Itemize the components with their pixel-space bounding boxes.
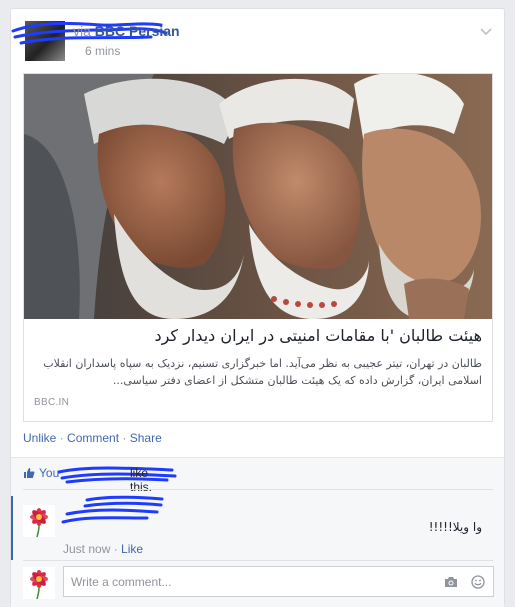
camera-icon[interactable] [444,576,458,588]
page-name-link[interactable]: BBC Persian [95,23,180,39]
article-photo [24,74,492,319]
link-domain: BBC.IN [34,397,70,408]
post-actions: Unlike · Comment · Share [23,431,162,445]
redaction-scribble [61,495,164,524]
viewer-avatar [23,567,55,599]
comment-input-placeholder: Write a comment... [71,575,172,589]
author-line: via BBC Persian [73,23,180,39]
new-comment-indicator [11,496,13,560]
comment-input[interactable]: Write a comment... [63,566,494,597]
commenter-avatar[interactable] [23,505,55,537]
comment-text: وا ویلا!!!!! [428,520,482,534]
thumbs-up-icon [24,468,35,478]
comment-like-link[interactable]: Like [121,542,143,556]
comment-link[interactable]: Comment [67,431,119,445]
feedback-section: You like this. وا ویلا!!!!! Just now · L… [11,457,504,607]
link-headline[interactable]: هیئت طالبان 'با مقامات امنیتی در ایران د… [34,325,482,349]
comment-meta: Just now · Like [63,542,143,556]
chevron-down-icon[interactable] [480,23,492,39]
action-separator: · [122,431,127,445]
redaction-scribble [57,466,177,484]
link-summary: طالبان در تهران، تیتر عجیبی به نظر می‌آی… [43,357,482,387]
post-card: via BBC Persian 6 mins هیئت طالبان 'با م… [10,8,505,607]
share-link[interactable]: Share [130,431,162,445]
divider [23,560,493,561]
link-body: هیئت طالبان 'با مقامات امنیتی در ایران د… [24,319,492,408]
shared-link-card[interactable]: هیئت طالبان 'با مقامات امنیتی در ایران د… [23,73,493,422]
comment-composer: Write a comment... [11,563,504,603]
post-timestamp[interactable]: 6 mins [85,44,120,58]
meta-separator: · [113,542,118,556]
via-label: via [73,23,91,39]
post-header: via BBC Persian 6 mins [11,19,492,63]
comment-time[interactable]: Just now [63,542,110,556]
emoji-icon[interactable] [471,575,485,589]
comment-item: وا ویلا!!!!! Just now · Like [11,490,504,560]
unlike-link[interactable]: Unlike [23,431,56,445]
action-separator: · [59,431,64,445]
